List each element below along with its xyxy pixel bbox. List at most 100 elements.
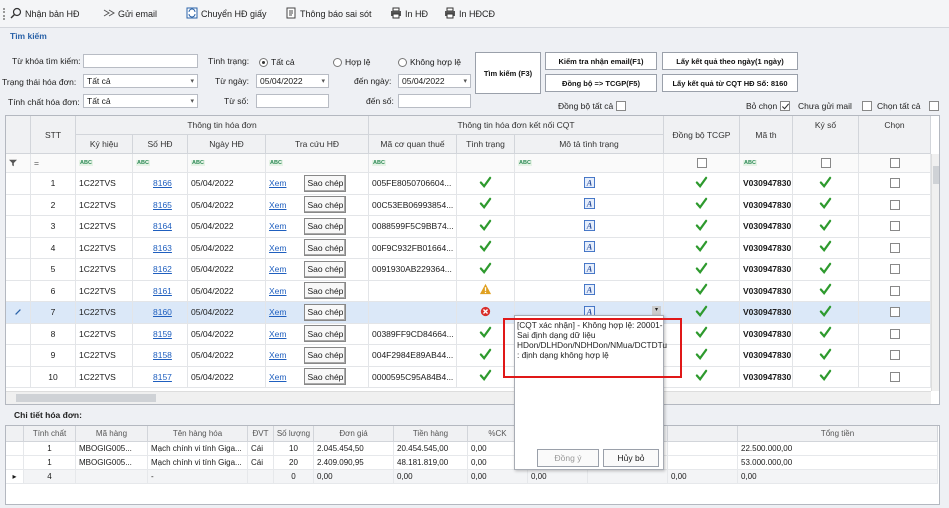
unselect-checkbox[interactable]: Bỏ chọn [746,101,791,111]
copy-button[interactable]: Sao chép [304,325,347,343]
invoice-number-text[interactable]: 8164 [153,221,172,231]
text-description-icon[interactable]: A [583,284,595,297]
filter-cell[interactable] [457,154,515,173]
result-from-cqt-button[interactable]: Lấy kết quả từ CQT HĐ Số: 8160 [662,74,798,92]
desc-cell[interactable]: A [515,237,664,259]
view-link[interactable]: Xem [269,307,286,317]
invoice-number-link[interactable]: 8163 [133,237,188,259]
select-cell[interactable] [859,280,931,302]
state-radio-valid[interactable]: Hợp lệ [333,57,370,67]
invoice-number-link[interactable]: 8160 [133,302,188,324]
invoice-number-text[interactable]: 8161 [153,286,172,296]
search-button[interactable]: Tìm kiếm (F3) [475,52,541,94]
filter-cell[interactable]: ABC [188,154,266,173]
filter-cell[interactable]: ABC [76,154,133,173]
copy-button[interactable]: Sao chép [304,174,347,192]
copy-button[interactable]: Sao chép [304,217,347,235]
text-description-icon[interactable]: A [583,176,595,190]
desc-cell[interactable]: A [515,259,664,281]
print-converted-button[interactable]: In HĐCĐ [444,6,495,22]
invoice-number-text[interactable]: 8159 [153,329,172,339]
keyword-input[interactable] [83,54,198,68]
copy-button[interactable]: Sao chép [304,282,347,300]
checkbox-icon[interactable] [889,371,900,382]
checkbox-icon[interactable] [889,285,900,296]
invoice-nature-select[interactable]: Tất cả ▾ [83,94,198,108]
result-by-day-button[interactable]: Lấy kết quả theo ngày(1 ngày) [662,52,798,70]
checkbox-icon[interactable] [889,264,900,275]
state-radio-invalid[interactable]: Không hợp lệ [398,57,461,67]
select-cell[interactable] [859,259,931,281]
filter-cell[interactable]: ABC [133,154,188,173]
invoice-number-text[interactable]: 8160 [153,307,172,317]
view-link[interactable]: Xem [269,243,286,253]
copy-button[interactable]: Sao chép [304,196,347,214]
copy-button[interactable]: Sao chép [304,260,347,278]
view-link[interactable]: Xem [269,372,286,382]
filter-cell[interactable]: ABC [515,154,664,173]
text-description-icon[interactable]: A [583,198,595,211]
view-link[interactable]: Xem [269,178,286,188]
convert-paper-button[interactable]: Chuyển HĐ giấy [186,6,267,22]
invoice-number-link[interactable]: 8161 [133,280,188,302]
copy-button[interactable]: Sao chép [304,303,347,321]
copy-button[interactable]: Sao chép [304,368,347,386]
checkbox-icon[interactable] [889,178,900,189]
invoice-number-text[interactable]: 8158 [153,350,172,360]
view-link[interactable]: Xem [269,200,286,210]
text-description-icon[interactable]: A [583,219,595,233]
invoice-number-link[interactable]: 8158 [133,345,188,367]
desc-cell[interactable]: A [515,280,664,302]
select-cell[interactable] [859,173,931,195]
from-date-input[interactable]: 05/04/2022 ▾ [256,74,329,88]
sync-tcgp-button[interactable]: Đồng bộ => TCGP(F5) [545,74,657,92]
invoice-number-text[interactable]: 8163 [153,243,172,253]
vertical-scrollbar[interactable] [931,154,939,391]
invoice-number-link[interactable]: 8157 [133,366,188,388]
select-cell[interactable] [859,366,931,388]
filter-cell[interactable] [6,154,31,173]
desc-cell[interactable]: A [515,216,664,238]
text-description-icon[interactable]: A [583,241,595,254]
select-cell[interactable] [859,237,931,259]
to-date-input[interactable]: 05/04/2022 ▾ [398,74,471,88]
checkbox-icon[interactable] [889,221,900,232]
checkbox-icon[interactable] [889,242,900,253]
text-description-icon[interactable]: A [583,262,595,276]
filter-cell[interactable] [664,154,740,173]
filter-cell[interactable] [859,154,931,173]
filter-cell[interactable]: ABC [266,154,369,173]
invoice-number-text[interactable]: 8157 [153,372,172,382]
send-email-button[interactable]: Gửi email [103,6,157,22]
select-cell[interactable] [859,194,931,216]
invoice-number-link[interactable]: 8165 [133,194,188,216]
select-cell[interactable] [859,302,931,324]
filter-cell[interactable]: = [31,154,76,173]
scrollbar-thumb[interactable] [16,394,156,402]
view-link[interactable]: Xem [269,350,286,360]
sync-all-checkbox[interactable]: Đồng bộ tất cả [558,101,627,111]
checkbox-icon[interactable] [889,328,900,339]
select-cell[interactable] [859,345,931,367]
invoice-status-select[interactable]: Tất cả ▾ [83,74,198,88]
view-link[interactable]: Xem [269,264,286,274]
invoice-number-link[interactable]: 8162 [133,259,188,281]
checkbox-icon[interactable] [889,350,900,361]
not-sent-mail-checkbox[interactable] [862,101,872,111]
to-number-input[interactable] [398,94,471,108]
popup-ok-button[interactable]: Đồng ý [537,449,599,467]
desc-cell[interactable]: A [515,173,664,195]
state-radio-all[interactable]: Tất cả [259,57,295,67]
view-link[interactable]: Xem [269,286,286,296]
filter-cell[interactable]: ABC [740,154,793,173]
copy-button[interactable]: Sao chép [304,346,347,364]
invoice-number-text[interactable]: 8166 [153,178,172,188]
invoice-number-link[interactable]: 8164 [133,216,188,238]
scrollbar-thumb[interactable] [933,166,939,184]
filter-cell[interactable]: ABC [369,154,457,173]
desc-cell[interactable]: A [515,194,664,216]
select-all-checkbox[interactable] [929,101,939,111]
view-link[interactable]: Xem [269,329,286,339]
check-email-button[interactable]: Kiểm tra nhận email(F1) [545,52,657,70]
print-invoice-button[interactable]: In HĐ [390,6,428,22]
